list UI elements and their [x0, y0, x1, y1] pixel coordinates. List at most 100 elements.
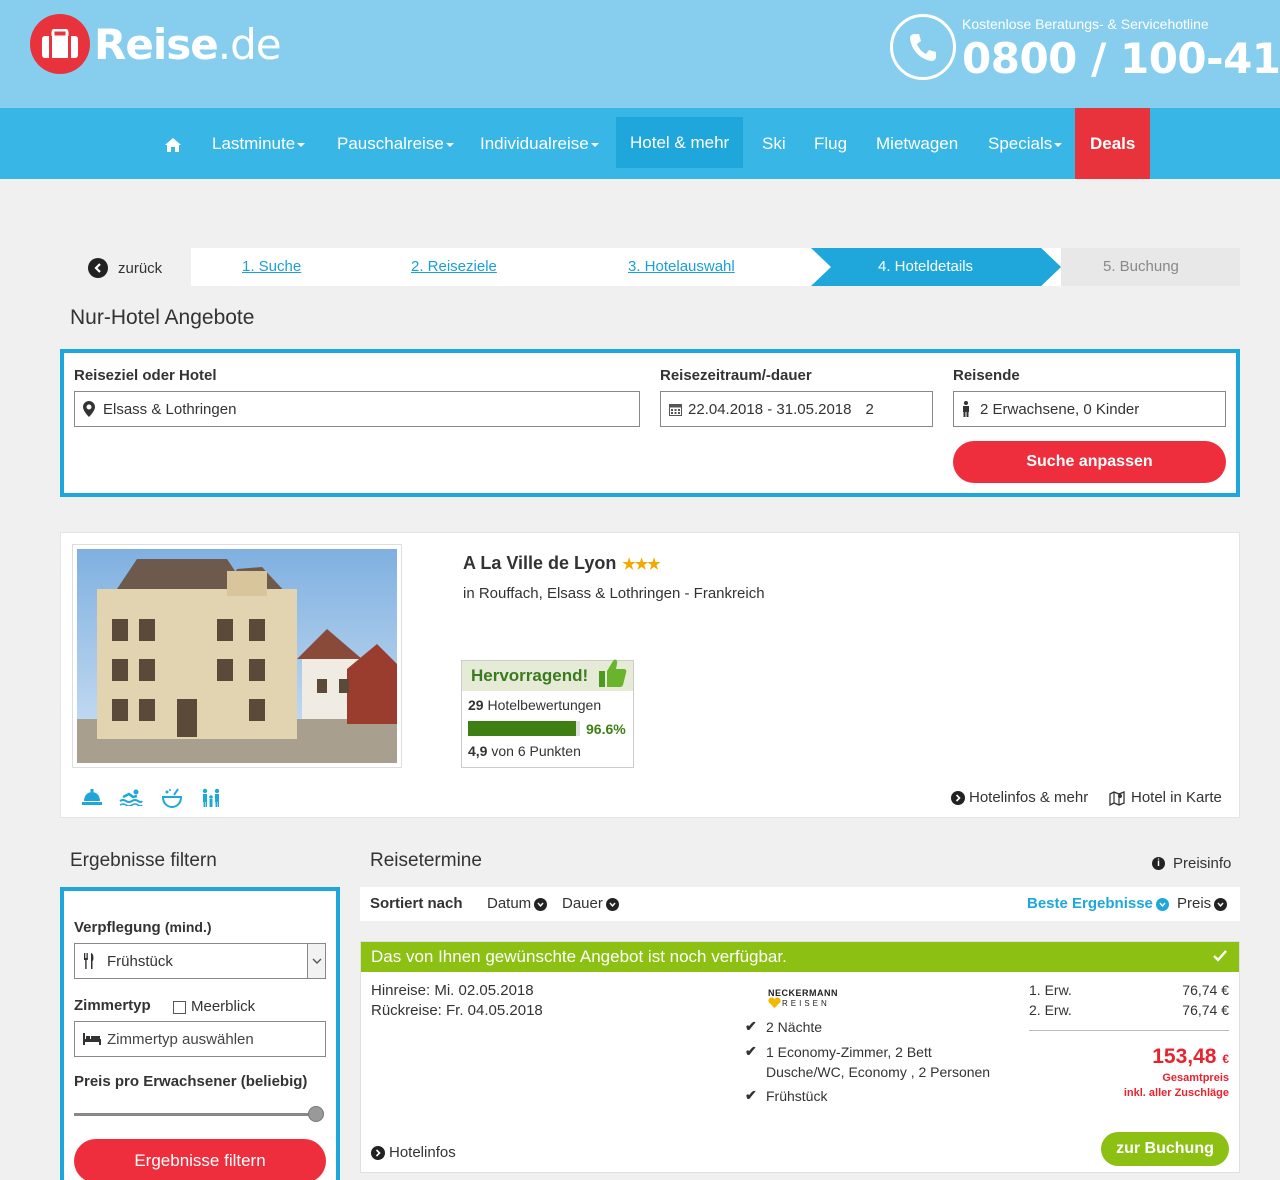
nav-ski[interactable]: Ski: [762, 108, 786, 179]
caret-down-icon: [445, 142, 454, 147]
board-label: Verpflegung (mind.): [74, 919, 212, 936]
hotel-name[interactable]: A La Ville de Lyon ★★★: [463, 553, 661, 574]
room-type-label: Zimmertyp: [74, 997, 151, 1014]
recommend-bar-fill: [468, 721, 577, 736]
phone-icon: [890, 14, 956, 80]
review-count: 29 Hotelbewertungen: [468, 697, 602, 713]
back-link[interactable]: zurück: [88, 258, 162, 278]
filter-panel: Verpflegung (mind.) Frühstück Zimmertyp …: [60, 887, 340, 1180]
step-hoteldetails: 4. Hoteldetails: [878, 258, 974, 275]
price-divider: [1029, 1030, 1229, 1031]
sort-best[interactable]: Beste Ergebnisse: [1027, 887, 1169, 921]
hotel-photo[interactable]: [72, 544, 402, 768]
logo[interactable]: Reise.de: [30, 14, 282, 74]
outbound-date: Hinreise: Mi. 02.05.2018: [371, 982, 534, 999]
main-nav: Lastminute Pauschalreise Individualreise…: [0, 108, 1280, 179]
reception-bell-icon: [81, 788, 103, 811]
destination-label: Reiseziel oder Hotel: [74, 367, 217, 384]
chevron-down-icon: [534, 897, 548, 911]
adult2-price: 76,74 €: [1182, 1002, 1229, 1018]
nav-flug[interactable]: Flug: [814, 108, 847, 179]
period-label: Reisezeitraum/-dauer: [660, 367, 812, 384]
price-slider-handle[interactable]: [308, 1106, 324, 1122]
filter-submit-button[interactable]: Ergebnisse filtern: [74, 1139, 326, 1180]
sea-view-checkbox[interactable]: Meerblick: [173, 998, 255, 1015]
offer-hotelinfos-link[interactable]: Hotelinfos: [371, 1144, 456, 1161]
recommend-percent: 96.6%: [586, 721, 626, 737]
score: 4,9 von 6 Punkten: [468, 743, 581, 759]
nights: 2 Nächte: [766, 1019, 823, 1035]
chevron-down-icon: [605, 897, 619, 911]
caret-down-icon: [590, 142, 599, 147]
sort-duration[interactable]: Dauer: [562, 887, 619, 921]
hotel-location: in Rouffach, Elsass & Lothringen - Frank…: [463, 585, 765, 602]
check-icon: ✔: [745, 1018, 757, 1034]
bed-icon: [83, 1033, 101, 1045]
nav-individualreise[interactable]: Individualreise: [480, 108, 599, 179]
adult2-label: 2. Erw.: [1029, 1002, 1072, 1018]
chevron-down-icon: [1214, 897, 1228, 911]
nav-lastminute[interactable]: Lastminute: [212, 108, 306, 179]
star-rating: ★★★: [622, 556, 660, 573]
destination-field[interactable]: Elsass & Lothringen: [74, 391, 640, 427]
swimming-icon: [119, 788, 143, 811]
room-type-field[interactable]: Zimmertyp auswählen: [74, 1021, 326, 1057]
heart-icon: [768, 997, 781, 1008]
step-hotelauswahl[interactable]: 3. Hotelauswahl: [628, 248, 735, 286]
check-icon: ✔: [745, 1043, 757, 1059]
calendar-icon: [669, 403, 682, 416]
period-field[interactable]: 22.04.2018 - 31.05.2018 2: [660, 391, 933, 427]
step-suche[interactable]: 1. Suche: [242, 248, 301, 286]
nav-specials[interactable]: Specials: [988, 108, 1063, 179]
nav-deals[interactable]: Deals: [1075, 108, 1151, 179]
map-pin-icon: [83, 401, 95, 417]
hotline-label: Kostenlose Beratungs- & Servicehotline: [962, 16, 1209, 32]
cutlery-icon: [84, 953, 94, 969]
booking-steps: 1. Suche 2. Reiseziele 3. Hotelauswahl 4…: [191, 248, 1240, 286]
spa-icon: [161, 788, 183, 813]
search-submit-button[interactable]: Suche anpassen: [953, 441, 1226, 483]
duration-value: 2: [865, 400, 874, 418]
hotel-building-image: [77, 549, 397, 763]
sort-label: Sortiert nach: [370, 895, 463, 912]
travellers-field[interactable]: 2 Erwachsene, 0 Kinder: [953, 391, 1226, 427]
rating-box[interactable]: Hervorragend! 29 Hotelbewertungen 96.6% …: [461, 659, 634, 768]
recommend-bar: [468, 721, 580, 736]
board-select[interactable]: Frühstück: [74, 943, 326, 979]
book-button[interactable]: zur Buchung: [1101, 1132, 1229, 1166]
rating-label: Hervorragend!: [462, 659, 633, 691]
page-title: Nur-Hotel Angebote: [70, 306, 255, 329]
caret-down-icon: [1054, 142, 1063, 147]
hotel-map-link[interactable]: Hotel in Karte: [1109, 789, 1222, 806]
total-label: Gesamtpreis: [1162, 1072, 1229, 1084]
check-icon: [1213, 950, 1227, 962]
return-date: Rückreise: Fr. 04.05.2018: [371, 1002, 543, 1019]
sort-date[interactable]: Datum: [487, 887, 548, 921]
nav-pauschalreise[interactable]: Pauschalreise: [337, 108, 454, 179]
adult1-price: 76,74 €: [1182, 982, 1229, 998]
hotel-card: A La Ville de Lyon ★★★ in Rouffach, Elsas…: [60, 532, 1240, 818]
price-slider-track[interactable]: [74, 1113, 314, 1116]
person-icon: [963, 401, 969, 417]
sort-bar: Sortiert nach Datum Dauer Beste Ergebnis…: [360, 887, 1240, 921]
nav-hotel-mehr[interactable]: Hotel & mehr: [616, 117, 744, 168]
availability-banner: Das von Ihnen gewünschte Angebot ist noc…: [361, 942, 1239, 972]
room-desc-2: Dusche/WC, Economy , 2 Personen: [766, 1064, 991, 1080]
board-type: Frühstück: [766, 1088, 828, 1104]
caret-down-icon: [297, 142, 306, 147]
hotel-infos-link[interactable]: Hotelinfos & mehr: [951, 789, 1088, 806]
home-icon[interactable]: [164, 108, 182, 179]
sort-price[interactable]: Preis: [1177, 887, 1228, 921]
results-title: Reisetermine: [370, 850, 482, 871]
step-buchung: 5. Buchung: [1103, 258, 1179, 275]
nav-mietwagen[interactable]: Mietwagen: [876, 108, 958, 179]
chevron-right-icon: [371, 1145, 385, 1160]
hotline-number[interactable]: 0800 / 100-4106: [962, 34, 1280, 83]
total-note: inkl. aller Zuschläge: [1123, 1087, 1229, 1099]
filter-title: Ergebnisse filtern: [70, 850, 217, 871]
map-icon: [1109, 790, 1125, 806]
step-reiseziele[interactable]: 2. Reiseziele: [411, 248, 497, 286]
room-desc-1: 1 Economy-Zimmer, 2 Bett: [766, 1044, 932, 1060]
price-info-link[interactable]: i Preisinfo: [1152, 855, 1231, 872]
chevron-down-icon: [1155, 897, 1169, 911]
